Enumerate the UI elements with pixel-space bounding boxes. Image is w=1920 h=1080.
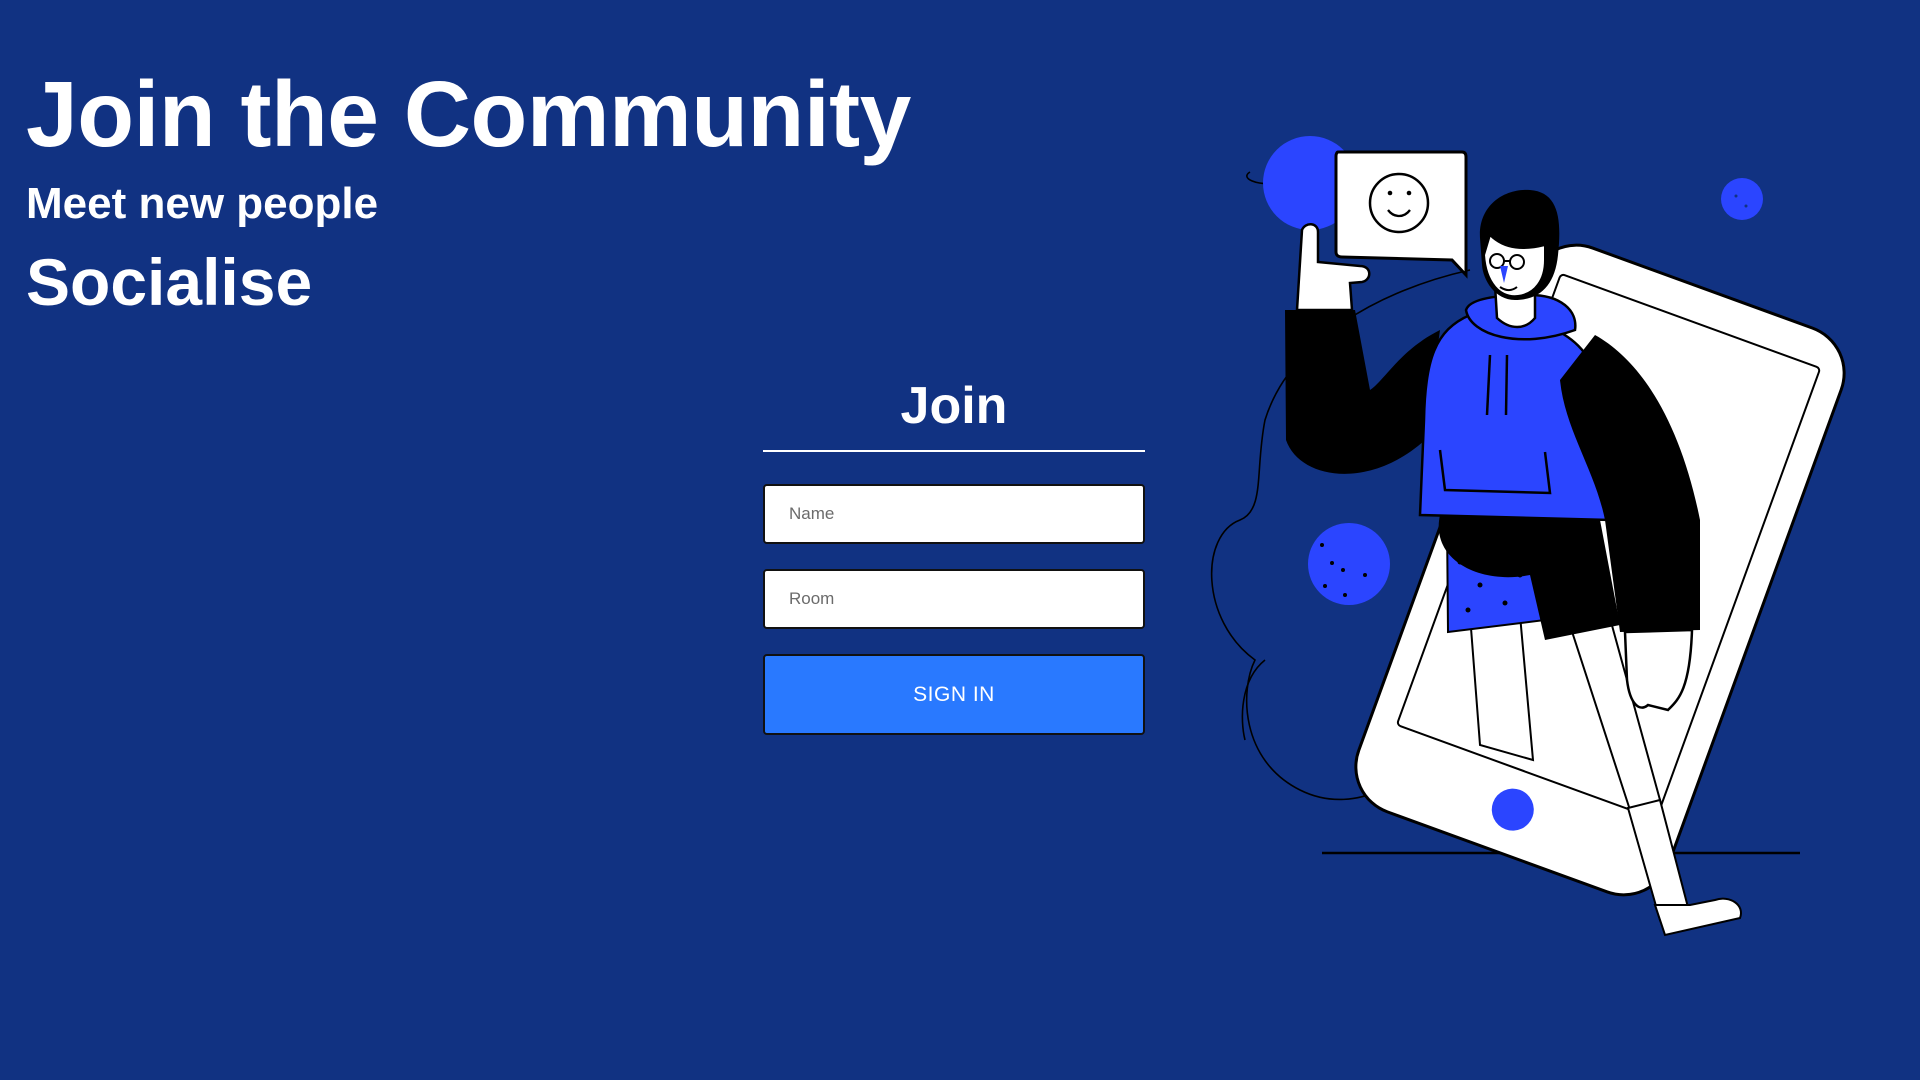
hero-title: Join the Community [26, 62, 911, 166]
hero-tagline: Socialise [26, 245, 313, 319]
sign-in-button[interactable]: SIGN IN [763, 654, 1145, 735]
decorative-circle-small [1721, 178, 1763, 220]
hero-section: Join the Community Meet new people Socia… [26, 58, 911, 322]
hero-subtitle: Meet new people [26, 179, 379, 228]
name-input[interactable] [763, 484, 1145, 544]
decorative-circle-dotted [1308, 523, 1390, 605]
person-smartphone-chat-illustration [1210, 136, 1846, 937]
join-heading: Join [763, 372, 1145, 452]
background-curve-detail [1241, 659, 1266, 741]
shoe-icon [1653, 897, 1742, 937]
join-page: Join the Community Meet new people Socia… [0, 0, 1920, 1080]
speech-bubble-smiley-icon [1334, 150, 1468, 279]
join-form: Join SIGN IN [763, 372, 1145, 735]
room-input[interactable] [763, 569, 1145, 629]
